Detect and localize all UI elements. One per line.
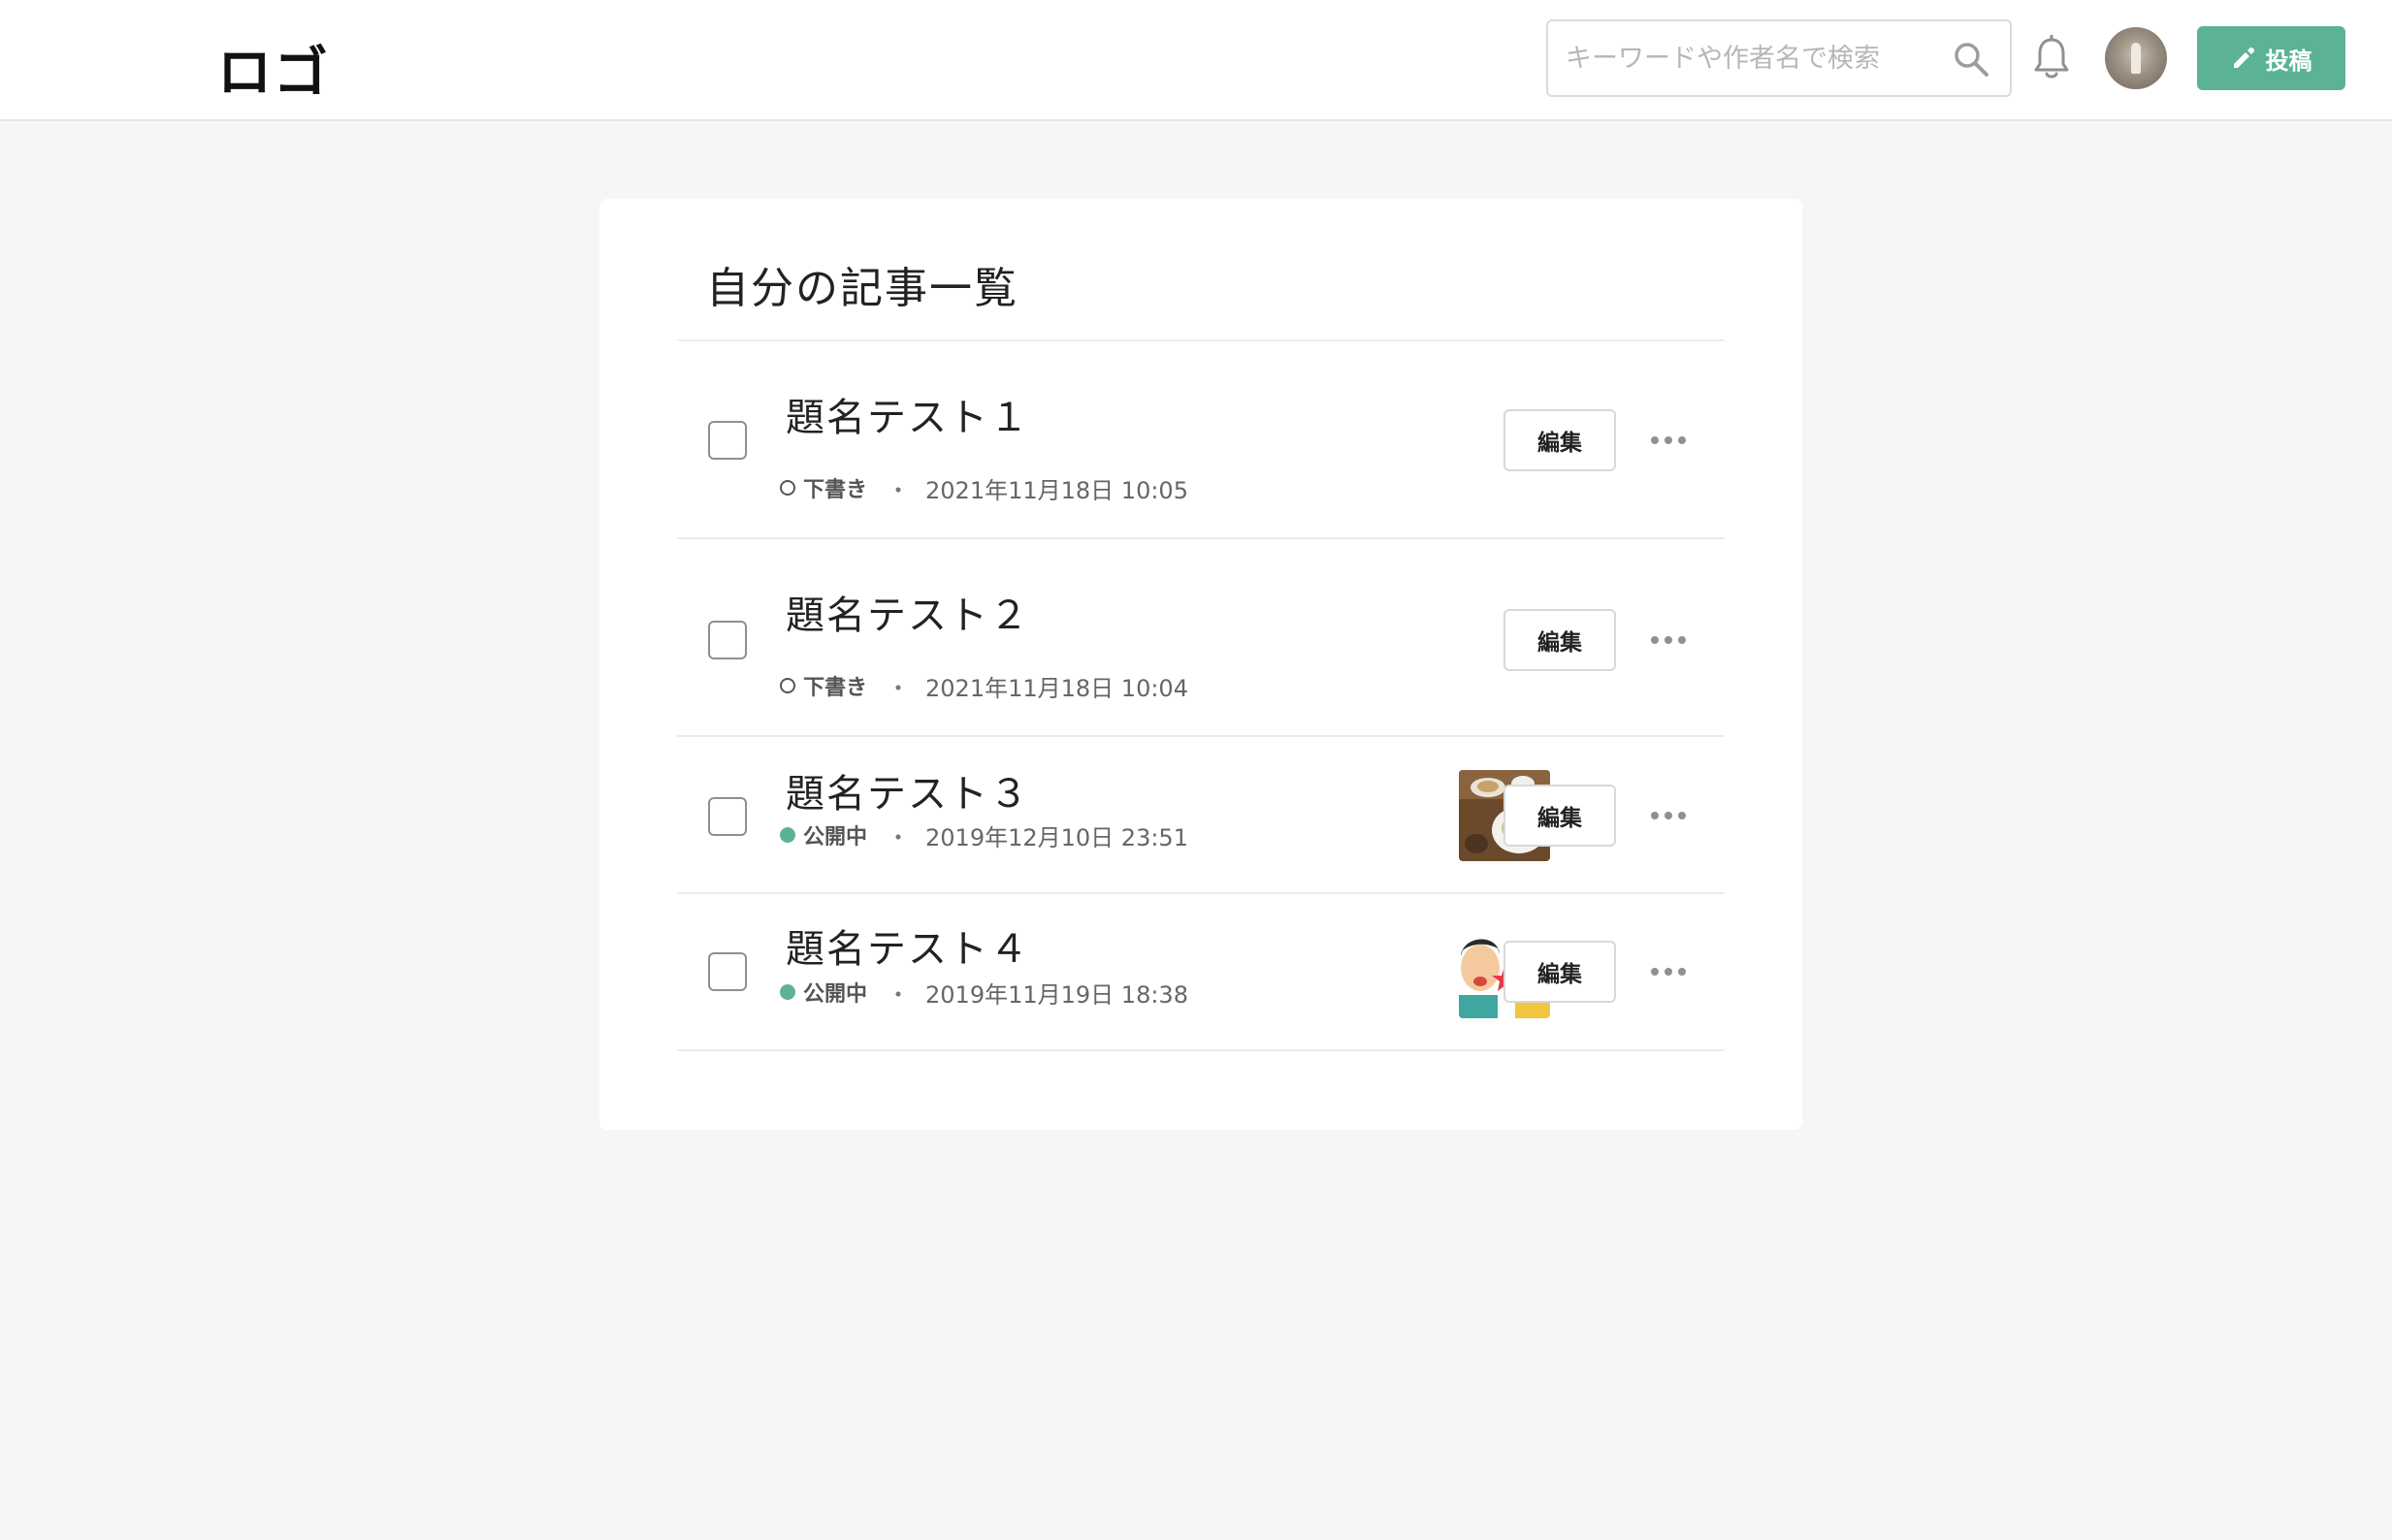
article-checkbox[interactable] (708, 797, 747, 836)
status-draft-icon (780, 678, 795, 693)
article-checkbox[interactable] (708, 421, 747, 460)
status-draft-icon (780, 480, 795, 496)
status-public-icon (780, 827, 795, 843)
search-box[interactable] (1546, 19, 2012, 97)
edit-button[interactable]: 編集 (1503, 609, 1616, 671)
pencil-icon (2233, 47, 2254, 68)
article-date: 2021年11月18日 10:04 (925, 674, 1188, 702)
article-title[interactable]: 題名テスト４ (786, 917, 1030, 974)
article-date: 2019年11月19日 18:38 (925, 980, 1188, 1009)
article-row: 題名テスト１ 下書き ・ 2021年11月18日 10:05 編集 (677, 341, 1725, 539)
article-row: 題名テスト２ 下書き ・ 2021年11月18日 10:04 編集 (677, 539, 1725, 737)
article-title[interactable]: 題名テスト１ (786, 386, 1030, 442)
article-list-card: 自分の記事一覧 題名テスト１ 下書き ・ 2021年11月18日 10:05 編… (599, 199, 1802, 1130)
meta-separator: ・ (887, 980, 911, 1009)
edit-button[interactable]: 編集 (1503, 785, 1616, 847)
more-horizontal-icon[interactable] (1645, 962, 1692, 981)
search-input[interactable] (1566, 35, 1944, 81)
article-checkbox[interactable] (708, 952, 747, 991)
more-horizontal-icon[interactable] (1645, 806, 1692, 825)
status-public-icon (780, 984, 795, 1000)
user-avatar[interactable] (2105, 27, 2167, 89)
article-date: 2021年11月18日 10:05 (925, 476, 1188, 504)
article-meta: 公開中 ・ 2019年12月10日 23:51 (778, 820, 1188, 851)
article-row: 題名テスト４ 公開中 ・ 2019年11月19日 18:38 編集 (677, 894, 1725, 1051)
article-meta: 下書き ・ 2021年11月18日 10:05 (778, 473, 1188, 504)
article-title[interactable]: 題名テスト２ (786, 584, 1030, 640)
page-title: 自分の記事一覧 (706, 264, 1018, 313)
more-horizontal-icon[interactable] (1645, 431, 1692, 450)
post-button-label: 投稿 (2265, 47, 2312, 75)
site-logo[interactable]: ロゴ (217, 29, 330, 108)
status-badge: 公開中 (803, 982, 868, 1007)
meta-separator: ・ (887, 823, 911, 851)
article-title[interactable]: 題名テスト３ (786, 762, 1030, 818)
bell-icon[interactable] (2031, 35, 2072, 81)
article-date: 2019年12月10日 23:51 (925, 823, 1188, 851)
status-badge: 下書き (803, 676, 868, 700)
edit-button[interactable]: 編集 (1503, 409, 1616, 471)
status-badge: 下書き (803, 478, 868, 502)
meta-separator: ・ (887, 476, 911, 504)
status-badge: 公開中 (803, 825, 868, 850)
edit-button[interactable]: 編集 (1503, 941, 1616, 1003)
article-meta: 下書き ・ 2021年11月18日 10:04 (778, 671, 1188, 702)
top-header: ロゴ 投稿 (0, 0, 2392, 121)
search-icon[interactable] (1952, 40, 1990, 79)
meta-separator: ・ (887, 674, 911, 702)
article-row: 題名テスト３ 公開中 ・ 2019年12月10日 23:51 編集 (677, 737, 1725, 894)
article-checkbox[interactable] (708, 621, 747, 659)
article-meta: 公開中 ・ 2019年11月19日 18:38 (778, 978, 1188, 1009)
more-horizontal-icon[interactable] (1645, 630, 1692, 650)
post-button[interactable]: 投稿 (2197, 26, 2345, 90)
